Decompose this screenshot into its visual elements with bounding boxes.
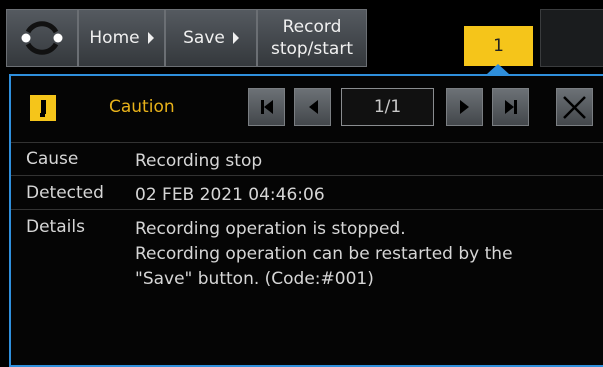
record-stop-start-button[interactable]: Record stop/start [257,9,367,67]
detected-row: Detected 02 FEB 2021 04:46:06 [11,176,603,210]
close-icon [563,96,586,119]
chevron-right-icon [232,32,239,44]
alert-detail-panel: Caution 1/1 Cause Recording stop Detecte… [9,74,603,367]
home-button[interactable]: Home [78,9,165,67]
chevron-right-icon [147,32,154,44]
severity-label: Caution [109,97,175,117]
details-row: Details Recording operation is stopped. … [11,210,603,365]
close-button[interactable] [556,88,593,126]
cause-value: Recording stop [135,151,263,171]
prev-page-icon [308,100,318,114]
next-page-button[interactable] [446,88,483,126]
main-menu-button[interactable] [6,9,78,67]
page-indicator: 1/1 [341,88,434,126]
details-line: "Save" button. (Code:#001) [135,269,374,289]
cause-row: Cause Recording stop [11,142,603,176]
last-page-button[interactable] [492,88,529,126]
details-line: Recording operation can be restarted by … [135,244,513,264]
record-button-label-line1: Record [282,17,342,37]
home-button-label: Home [89,28,140,48]
menu-ring-icon [21,21,63,55]
save-button-label: Save [183,28,225,48]
record-button-label-line2: stop/start [270,39,354,59]
save-button[interactable]: Save [165,9,257,67]
warning-icon [30,95,56,121]
last-page-icon [504,100,517,114]
details-value: Recording operation is stopped. Recordin… [135,217,513,292]
alert-header: Caution 1/1 [11,76,603,143]
first-page-icon [260,100,273,114]
detected-value: 02 FEB 2021 04:46:06 [135,185,325,205]
first-page-button[interactable] [248,88,285,126]
top-toolbar: Home Save Record stop/start 1 [0,0,603,74]
next-page-icon [459,100,469,114]
detected-label: Detected [26,183,104,203]
alert-tab-1[interactable]: 1 [464,26,533,66]
cause-label: Cause [26,149,79,169]
details-line: Recording operation is stopped. [135,219,406,239]
alert-tab-2[interactable] [540,9,603,67]
prev-page-button[interactable] [294,88,331,126]
tab-pointer [487,64,509,74]
details-label: Details [26,217,85,237]
